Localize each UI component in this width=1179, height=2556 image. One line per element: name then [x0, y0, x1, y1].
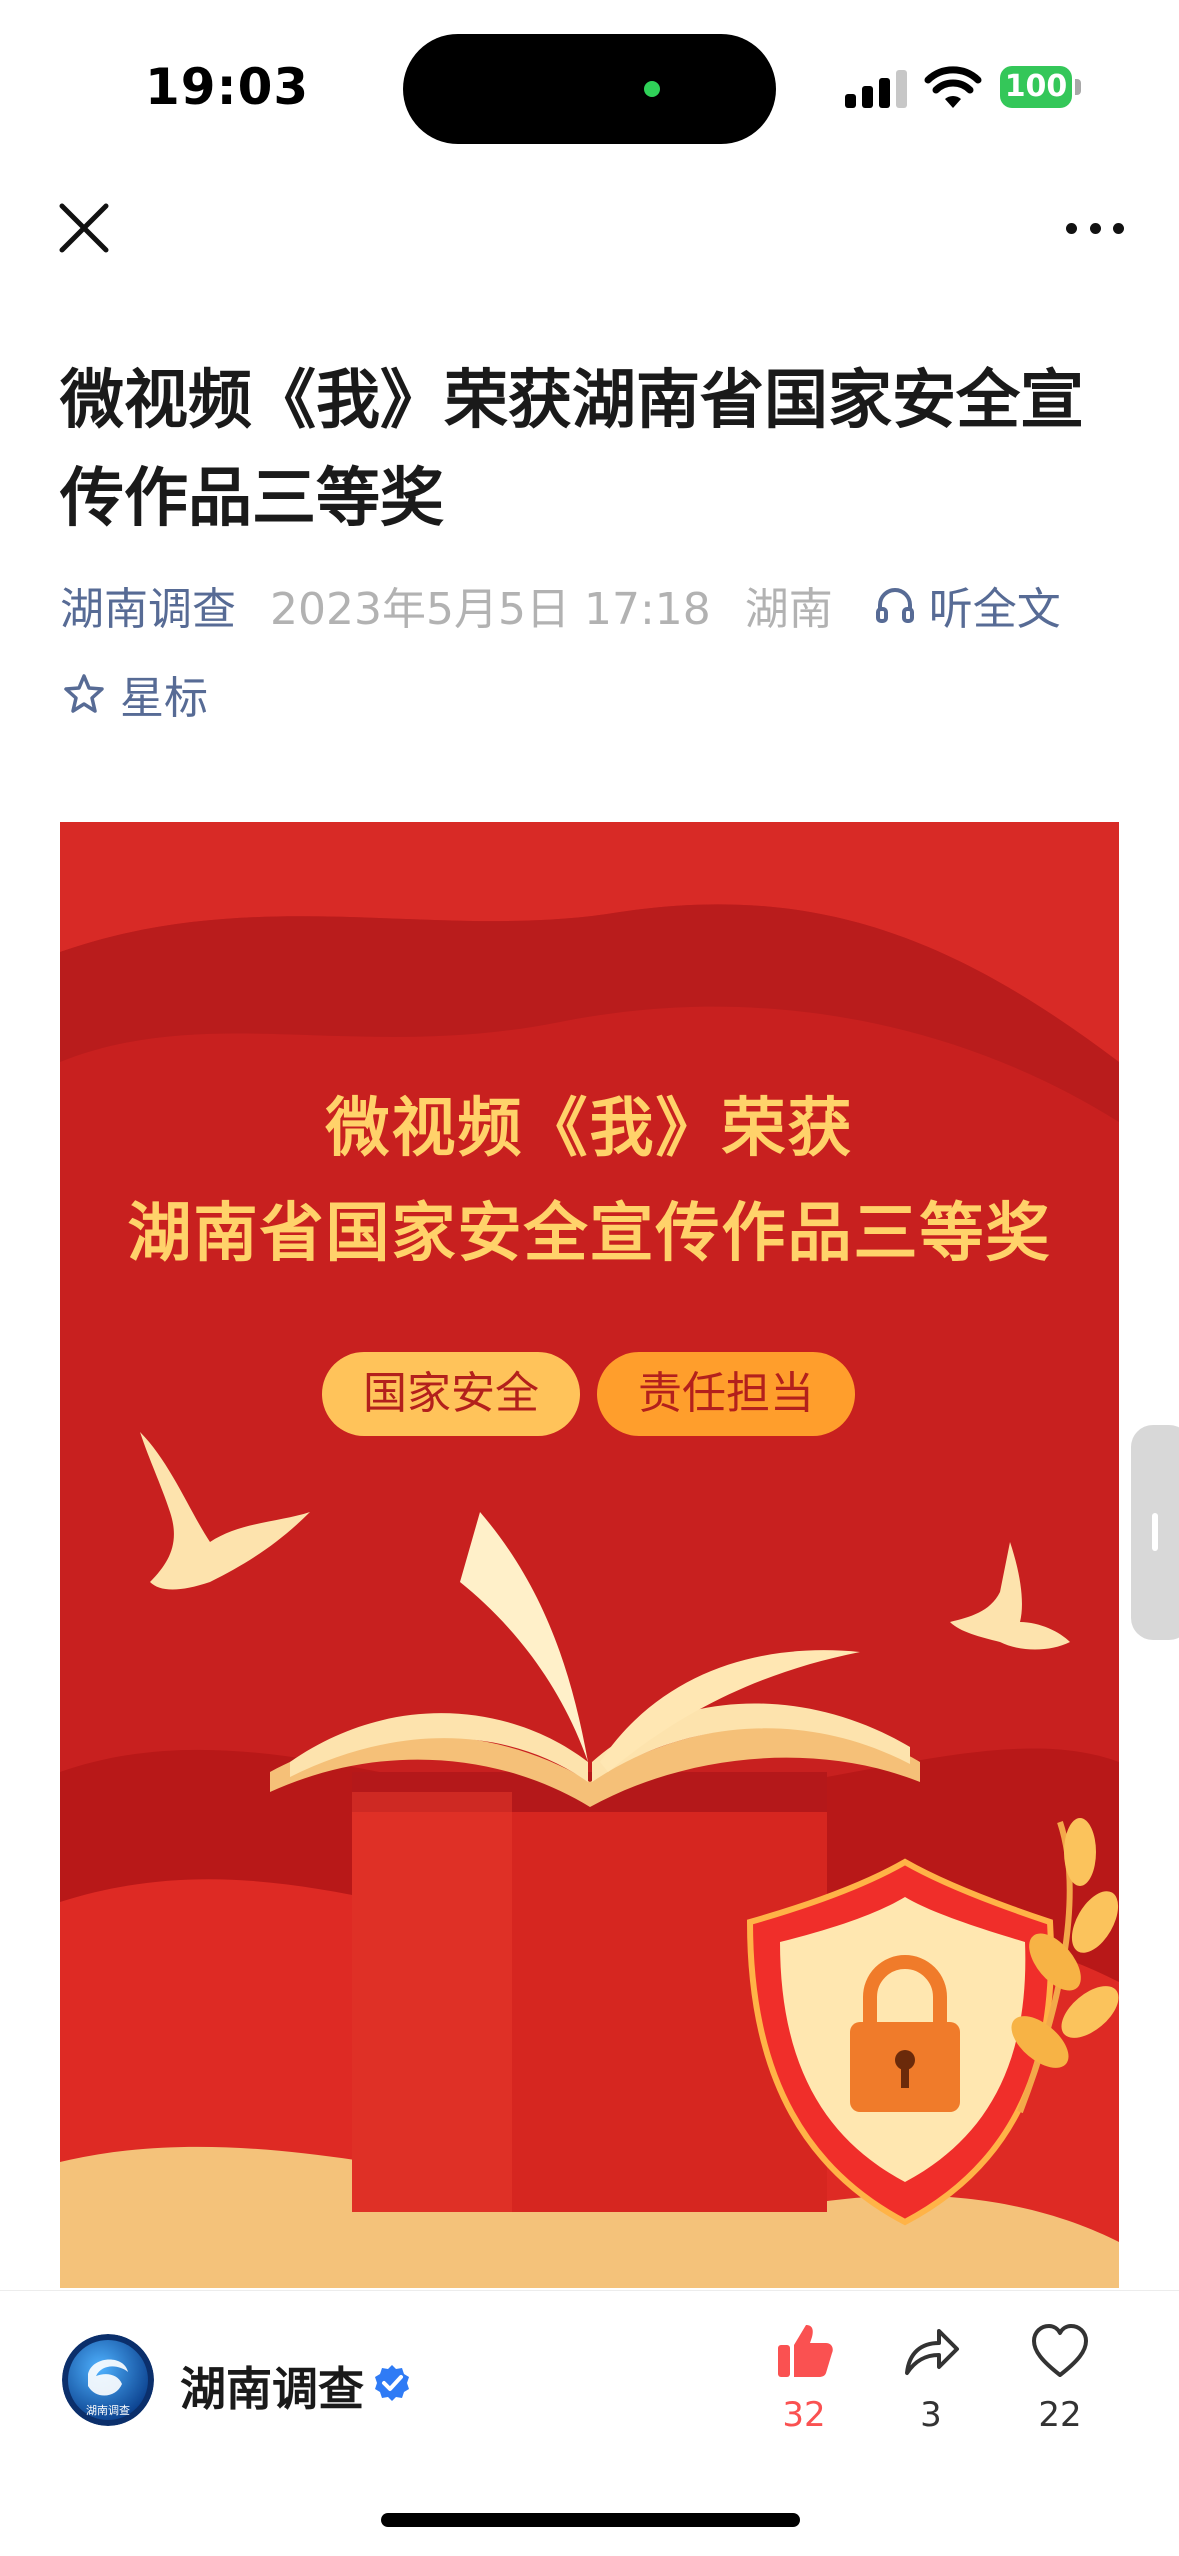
heart-icon	[1032, 2324, 1088, 2377]
verified-badge-icon	[375, 2365, 409, 2401]
more-button[interactable]	[1060, 210, 1130, 246]
battery-tip	[1075, 79, 1081, 95]
article-poster-image[interactable]: 微视频《我》荣获 湖南省国家安全宣传作品三等奖 国家安全 责任担当	[60, 822, 1119, 2288]
favorite-count: 22	[1038, 2395, 1082, 2435]
thumbs-up-icon	[778, 2325, 833, 2377]
status-time: 19:03	[145, 58, 310, 116]
account-name[interactable]: 湖南调查	[180, 2353, 364, 2419]
like-button[interactable]: 32	[749, 2319, 859, 2435]
poster-tag-responsibility: 责任担当	[597, 1352, 855, 1436]
listen-label: 听全文	[928, 584, 1061, 635]
article-title: 微视频《我》荣获湖南省国家安全宣传作品三等奖	[60, 364, 1084, 536]
headphones-icon	[875, 588, 914, 623]
dynamic-island	[403, 34, 776, 144]
publish-region: 湖南	[744, 584, 833, 635]
article-meta: 湖南调查 2023年5月5日 17:18 湖南 听全文	[60, 570, 1061, 640]
status-bar: 19:03 100	[0, 0, 1179, 170]
share-count: 3	[920, 2395, 942, 2435]
poster-tag-national-security: 国家安全	[322, 1352, 580, 1436]
home-indicator[interactable]	[381, 2513, 800, 2527]
favorite-button[interactable]: 22	[1005, 2319, 1115, 2435]
battery-indicator: 100	[1000, 66, 1072, 108]
wifi-icon	[924, 66, 982, 108]
star-icon	[64, 674, 104, 713]
publish-date: 2023年5月5日 17:18	[270, 584, 711, 635]
poster-title-line1: 微视频《我》荣获	[325, 1092, 854, 1166]
side-scroll-handle[interactable]	[1131, 1425, 1179, 1640]
poster-background	[60, 822, 1119, 2288]
more-icon-dot	[1113, 222, 1124, 234]
star-label: 星标	[120, 673, 208, 724]
more-icon-dot	[1089, 222, 1101, 234]
listen-button[interactable]: 听全文	[873, 573, 1061, 637]
star-button[interactable]: 星标	[62, 662, 208, 726]
share-icon	[905, 2329, 959, 2375]
bottom-action-bar: 湖南调查 湖南调查 32 3 22	[0, 2290, 1179, 2556]
close-icon	[59, 203, 109, 253]
like-count: 32	[782, 2395, 826, 2435]
poster-title-line2: 湖南省国家安全宣传作品三等奖	[127, 1197, 1052, 1271]
cellular-signal-icon	[845, 70, 907, 108]
share-button[interactable]: 3	[876, 2319, 986, 2435]
close-button[interactable]	[56, 200, 112, 256]
camera-indicator-dot	[644, 81, 660, 97]
account-logo: 湖南调查	[62, 2334, 154, 2426]
account-link[interactable]: 湖南调查	[60, 573, 236, 637]
account-avatar[interactable]: 湖南调查	[62, 2334, 154, 2426]
svg-text:湖南调查: 湖南调查	[86, 2403, 130, 2417]
more-icon-dot	[1066, 222, 1077, 234]
